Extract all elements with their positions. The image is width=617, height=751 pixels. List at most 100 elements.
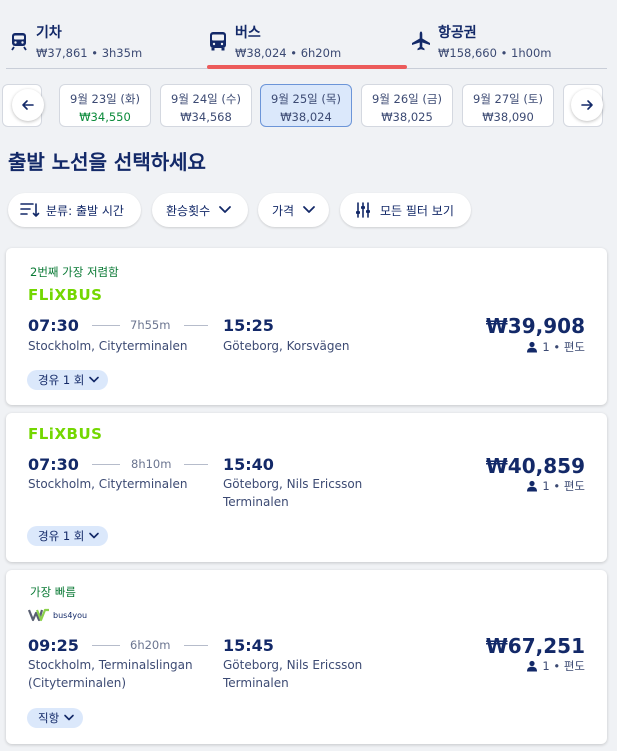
- bus-icon: [210, 32, 226, 51]
- stops-toggle[interactable]: 경유 1 회: [27, 526, 109, 546]
- operator-logo: bus4you: [28, 608, 87, 622]
- page-title: 출발 노선을 선택하세요: [8, 150, 206, 174]
- price: ₩39,908: [485, 314, 585, 338]
- person-icon: [527, 480, 538, 492]
- duration: 7h55m: [130, 318, 171, 332]
- tab-flight-summary: ₩158,660 • 1h00m: [438, 46, 552, 60]
- passengers-info: 1 • 편도: [526, 339, 585, 355]
- duration: 6h20m: [130, 638, 171, 652]
- date-card[interactable]: 9월 24일 (수) ₩34,568: [160, 84, 252, 127]
- arrival-station: Göteborg, Nils Ericsson: [223, 658, 363, 672]
- duration-line: [92, 464, 120, 465]
- date-label: 9월 27일 (토): [473, 92, 543, 106]
- sort-button[interactable]: 분류: 출발 시간: [8, 193, 141, 227]
- date-card[interactable]: 9월 27일 (토) ₩38,090: [462, 84, 554, 127]
- operator-logo: FLiXBUS: [28, 425, 103, 443]
- stops-label: 직항: [38, 711, 60, 725]
- duration-line: [92, 645, 120, 646]
- departure-station: Stockholm, Terminalslingan: [28, 658, 193, 672]
- chevron-down-icon: [64, 714, 74, 721]
- duration-line: [184, 464, 208, 465]
- arrival-time: 15:45: [223, 636, 274, 655]
- arrival-station-line2: Terminalen: [223, 495, 289, 509]
- result-card[interactable]: 2번째 가장 저렴함 FLiXBUS 07:30 7h55m 15:25 Sto…: [6, 248, 607, 405]
- chevron-down-icon: [89, 376, 100, 383]
- plane-icon: [412, 31, 430, 51]
- passengers-label: 1 • 편도: [542, 479, 585, 493]
- arrival-time: 15:25: [223, 316, 274, 335]
- date-price: ₩38,024: [280, 110, 332, 124]
- passengers-label: 1 • 편도: [542, 340, 585, 354]
- stops-label: 경유 1 회: [38, 373, 85, 387]
- date-price: ₩38,090: [482, 110, 534, 124]
- departure-time: 07:30: [28, 316, 79, 335]
- filters-icon: [356, 202, 370, 218]
- tab-train-title: 기차: [36, 25, 62, 41]
- duration-line: [92, 325, 120, 326]
- arrival-station: Göteborg, Korsvägen: [223, 339, 350, 353]
- date-label: 9월 23일 (화): [70, 92, 140, 106]
- departure-station: Stockholm, Cityterminalen: [28, 477, 188, 491]
- all-filters-label: 모든 필터 보기: [380, 203, 454, 218]
- date-card[interactable]: 9월 23일 (화) ₩34,550: [59, 84, 151, 127]
- date-price: ₩34,550: [79, 110, 131, 124]
- arrival-time: 15:40: [223, 455, 274, 474]
- arrival-station: Göteborg, Nils Ericsson: [223, 477, 363, 491]
- tab-train[interactable]: 기차 ₩37,861 • 3h35m: [8, 18, 198, 70]
- price-filter-button[interactable]: 가격: [258, 193, 329, 227]
- result-card[interactable]: FLiXBUS 07:30 8h10m 15:40 Stockholm, Cit…: [6, 413, 607, 562]
- stops-label: 경유 1 회: [38, 529, 85, 543]
- arrow-right-icon: [581, 100, 593, 110]
- tab-bus-title: 버스: [235, 25, 261, 41]
- duration-line: [184, 645, 208, 646]
- sort-label: 분류: 출발 시간: [46, 203, 124, 218]
- train-icon: [11, 33, 27, 51]
- tab-flight[interactable]: 항공권 ₩158,660 • 1h00m: [410, 18, 610, 70]
- date-card-selected[interactable]: 9월 25일 (목) ₩38,024: [260, 84, 352, 127]
- date-price: ₩34,568: [180, 110, 232, 124]
- operator-name: bus4you: [53, 610, 88, 620]
- result-tag: 2번째 가장 저렴함: [30, 265, 119, 279]
- passengers-info: 1 • 편도: [526, 658, 585, 674]
- previous-dates-button[interactable]: [12, 89, 44, 121]
- date-label: 9월 25일 (목): [271, 92, 341, 106]
- tab-bus[interactable]: 버스 ₩38,024 • 6h20m: [207, 18, 407, 70]
- stops-toggle[interactable]: 경유 1 회: [27, 370, 109, 390]
- arrival-station-line2: Terminalen: [223, 676, 289, 690]
- transfers-filter-button[interactable]: 환승횟수: [152, 193, 248, 227]
- duration-line: [184, 325, 208, 326]
- tab-flight-title: 항공권: [438, 25, 477, 41]
- date-price: ₩38,025: [381, 110, 433, 124]
- chevron-down-icon: [219, 206, 232, 213]
- transfers-filter-label: 환승횟수: [166, 203, 211, 218]
- result-tag: 가장 빠름: [30, 585, 76, 599]
- date-label: 9월 24일 (수): [171, 92, 241, 106]
- date-carousel: 9월 23일 (화) ₩34,550 9월 24일 (수) ₩34,568 9월…: [0, 82, 617, 130]
- all-filters-button[interactable]: 모든 필터 보기: [340, 193, 471, 227]
- active-tab-indicator: [207, 65, 407, 69]
- departure-time: 07:30: [28, 455, 79, 474]
- tab-bus-summary: ₩38,024 • 6h20m: [235, 46, 342, 60]
- duration: 8h10m: [131, 457, 172, 471]
- next-dates-button[interactable]: [571, 89, 603, 121]
- result-card[interactable]: 가장 빠름 bus4you 09:25 6h20m 15:45 Stockhol…: [6, 570, 607, 744]
- person-icon: [527, 341, 538, 353]
- operator-logo: FLiXBUS: [28, 286, 103, 304]
- stops-toggle[interactable]: 직항: [27, 708, 84, 728]
- departure-time: 09:25: [28, 636, 79, 655]
- arrow-left-icon: [22, 100, 34, 110]
- chevron-down-icon: [303, 206, 315, 213]
- tab-train-summary: ₩37,861 • 3h35m: [36, 46, 143, 60]
- person-icon: [527, 660, 538, 672]
- passengers-info: 1 • 편도: [526, 478, 585, 494]
- transport-mode-tabs: 기차 ₩37,861 • 3h35m 버스 ₩38,024 • 6h20m 항공…: [0, 0, 617, 70]
- bus4you-logo-icon: [28, 608, 49, 622]
- chevron-down-icon: [89, 532, 100, 539]
- sort-icon: [20, 203, 40, 217]
- passengers-label: 1 • 편도: [542, 659, 585, 673]
- departure-station-line2: (Cityterminalen): [28, 676, 126, 690]
- price-filter-label: 가격: [272, 203, 295, 218]
- date-card[interactable]: 9월 26일 (금) ₩38,025: [361, 84, 453, 127]
- departure-station: Stockholm, Cityterminalen: [28, 339, 188, 353]
- price: ₩40,859: [485, 454, 585, 478]
